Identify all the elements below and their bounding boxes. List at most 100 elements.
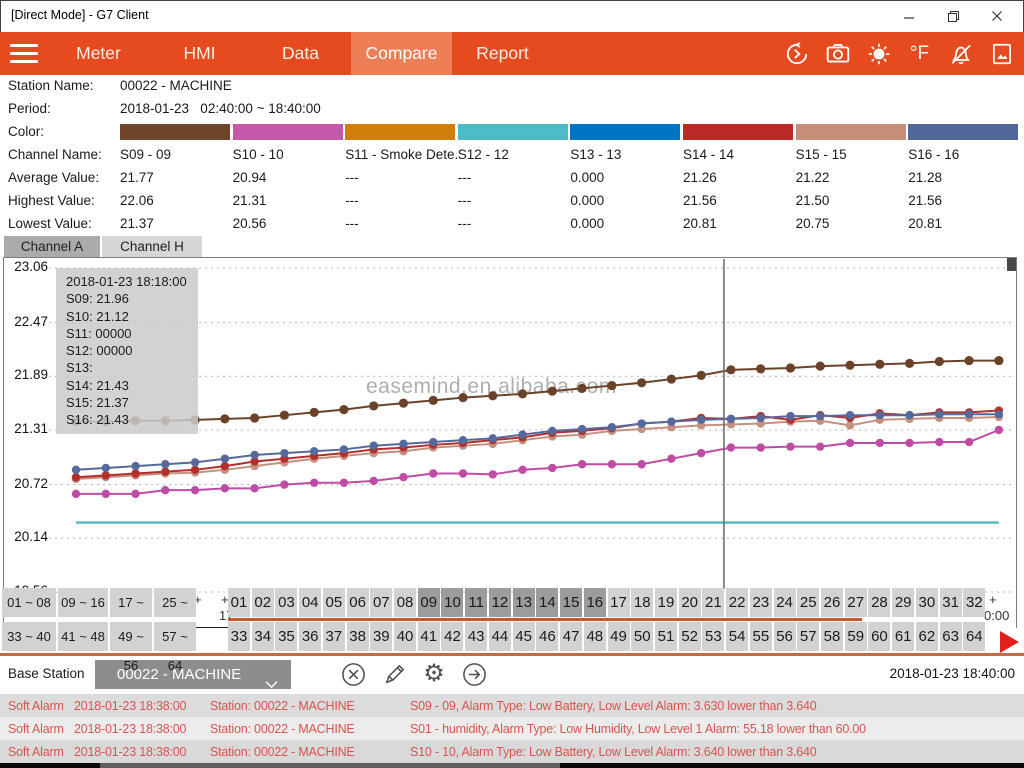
brightness-icon[interactable] <box>864 39 893 68</box>
x-cell-58[interactable]: 58 <box>821 622 843 651</box>
x-cell-29[interactable]: 29 <box>892 588 914 617</box>
x-cell-57[interactable]: 57 <box>797 622 819 651</box>
page-button-33-40[interactable]: 33 ~ 40 <box>2 622 56 651</box>
x-cell-55[interactable]: 55 <box>750 622 772 651</box>
x-cell-28[interactable]: 28 <box>868 588 890 617</box>
page-button-25-32[interactable]: 25 ~ 32 <box>154 588 196 617</box>
page-button-41-48[interactable]: 41 ~ 48 <box>58 622 108 651</box>
mute-alarm-icon[interactable] <box>946 39 975 68</box>
alarm-row[interactable]: Soft Alarm2018-01-23 18:38:00Station: 00… <box>0 740 1024 763</box>
camera-icon[interactable] <box>823 39 852 68</box>
nav-tab-meter[interactable]: Meter <box>48 32 149 75</box>
x-cell-27[interactable]: 27 <box>845 588 867 617</box>
edit-icon[interactable] <box>379 659 409 689</box>
x-cell-62[interactable]: 62 <box>916 622 938 651</box>
x-cell-12[interactable]: 12 <box>489 588 511 617</box>
page-button-57-64[interactable]: 57 ~ 64 <box>154 622 196 651</box>
x-cell-39[interactable]: 39 <box>370 622 392 651</box>
x-cell-48[interactable]: 48 <box>584 622 606 651</box>
page-button-01-08[interactable]: 01 ~ 08 <box>2 588 56 617</box>
x-cell-42[interactable]: 42 <box>441 622 463 651</box>
x-cell-17[interactable]: 17 <box>608 588 630 617</box>
x-cell-40[interactable]: 40 <box>394 622 416 651</box>
x-cell-56[interactable]: 56 <box>774 622 796 651</box>
x-cell-22[interactable]: 22 <box>726 588 748 617</box>
x-cell-34[interactable]: 34 <box>252 622 274 651</box>
sync-icon[interactable] <box>782 39 811 68</box>
nav-tab-data[interactable]: Data <box>250 32 351 75</box>
menu-icon[interactable] <box>10 44 38 63</box>
x-cell-10[interactable]: 10 <box>441 588 463 617</box>
x-cell-09[interactable]: 09 <box>418 588 440 617</box>
tab-channel-h[interactable]: Channel H <box>102 236 202 257</box>
x-cell-61[interactable]: 61 <box>892 622 914 651</box>
x-cell-59[interactable]: 59 <box>845 622 867 651</box>
x-cell-15[interactable]: 15 <box>560 588 582 617</box>
x-cell-24[interactable]: 24 <box>774 588 796 617</box>
x-cell-53[interactable]: 53 <box>702 622 724 651</box>
x-cell-25[interactable]: 25 <box>797 588 819 617</box>
fahrenheit-icon[interactable]: °F <box>905 39 934 68</box>
x-cell-14[interactable]: 14 <box>536 588 558 617</box>
apply-icon[interactable] <box>459 659 489 689</box>
x-cell-13[interactable]: 13 <box>513 588 535 617</box>
x-cell-50[interactable]: 50 <box>631 622 653 651</box>
x-cell-30[interactable]: 30 <box>916 588 938 617</box>
x-cell-26[interactable]: 26 <box>821 588 843 617</box>
x-cell-46[interactable]: 46 <box>536 622 558 651</box>
x-cell-04[interactable]: 04 <box>299 588 321 617</box>
x-cell-43[interactable]: 43 <box>465 622 487 651</box>
x-cell-35[interactable]: 35 <box>275 622 297 651</box>
x-cell-49[interactable]: 49 <box>608 622 630 651</box>
x-cell-33[interactable]: 33 <box>228 622 250 651</box>
x-cell-41[interactable]: 41 <box>418 622 440 651</box>
x-cell-16[interactable]: 16 <box>584 588 606 617</box>
close-button[interactable] <box>975 0 1019 32</box>
x-cell-45[interactable]: 45 <box>513 622 535 651</box>
x-cell-01[interactable]: 01 <box>228 588 250 617</box>
chart-area[interactable]: easemind.en.alibaba.com 23.0622.4721.892… <box>3 257 1017 628</box>
x-cell-51[interactable]: 51 <box>655 622 677 651</box>
x-cell-36[interactable]: 36 <box>299 622 321 651</box>
nav-tab-report[interactable]: Report <box>452 32 553 75</box>
next-page-arrow[interactable] <box>1000 631 1019 653</box>
x-cell-64[interactable]: 64 <box>963 622 985 651</box>
x-cell-52[interactable]: 52 <box>679 622 701 651</box>
x-cell-37[interactable]: 37 <box>323 622 345 651</box>
x-cell-05[interactable]: 05 <box>323 588 345 617</box>
tab-channel-a[interactable]: Channel A <box>4 236 100 257</box>
x-cell-20[interactable]: 20 <box>679 588 701 617</box>
x-cell-44[interactable]: 44 <box>489 622 511 651</box>
minimize-button[interactable] <box>887 0 931 32</box>
x-cell-21[interactable]: 21 <box>702 588 724 617</box>
x-cell-23[interactable]: 23 <box>750 588 772 617</box>
nav-tab-hmi[interactable]: HMI <box>149 32 250 75</box>
x-cell-19[interactable]: 19 <box>655 588 677 617</box>
x-cell-02[interactable]: 02 <box>252 588 274 617</box>
page-button-49-56[interactable]: 49 ~ 56 <box>110 622 152 651</box>
x-cell-47[interactable]: 47 <box>560 622 582 651</box>
restore-button[interactable] <box>931 0 975 32</box>
settings-icon[interactable]: ⚙ <box>419 659 449 689</box>
page-button-09-16[interactable]: 09 ~ 16 <box>58 588 108 617</box>
page-button-17-24[interactable]: 17 ~ 24 <box>110 588 152 617</box>
x-cell-63[interactable]: 63 <box>940 622 962 651</box>
x-cell-38[interactable]: 38 <box>347 622 369 651</box>
cancel-icon[interactable] <box>338 659 368 689</box>
nav-tab-compare[interactable]: Compare <box>351 32 452 75</box>
x-cell-08[interactable]: 08 <box>394 588 416 617</box>
alarm-row[interactable]: Soft Alarm2018-01-23 18:38:00Station: 00… <box>0 694 1024 717</box>
alarm-row[interactable]: Soft Alarm2018-01-23 18:38:00Station: 00… <box>0 717 1024 740</box>
x-cell-18[interactable]: 18 <box>631 588 653 617</box>
x-cell-31[interactable]: 31 <box>940 588 962 617</box>
x-cell-11[interactable]: 11 <box>465 588 487 617</box>
export-image-icon[interactable] <box>987 39 1016 68</box>
x-cell-32[interactable]: 32 <box>963 588 985 617</box>
x-cell-06[interactable]: 06 <box>347 588 369 617</box>
x-cell-03[interactable]: 03 <box>275 588 297 617</box>
y-tick-label: 20.14 <box>6 529 48 544</box>
x-cell-54[interactable]: 54 <box>726 622 748 651</box>
x-cell-60[interactable]: 60 <box>868 622 890 651</box>
scrollbar-nub[interactable] <box>1007 258 1016 271</box>
x-cell-07[interactable]: 07 <box>370 588 392 617</box>
